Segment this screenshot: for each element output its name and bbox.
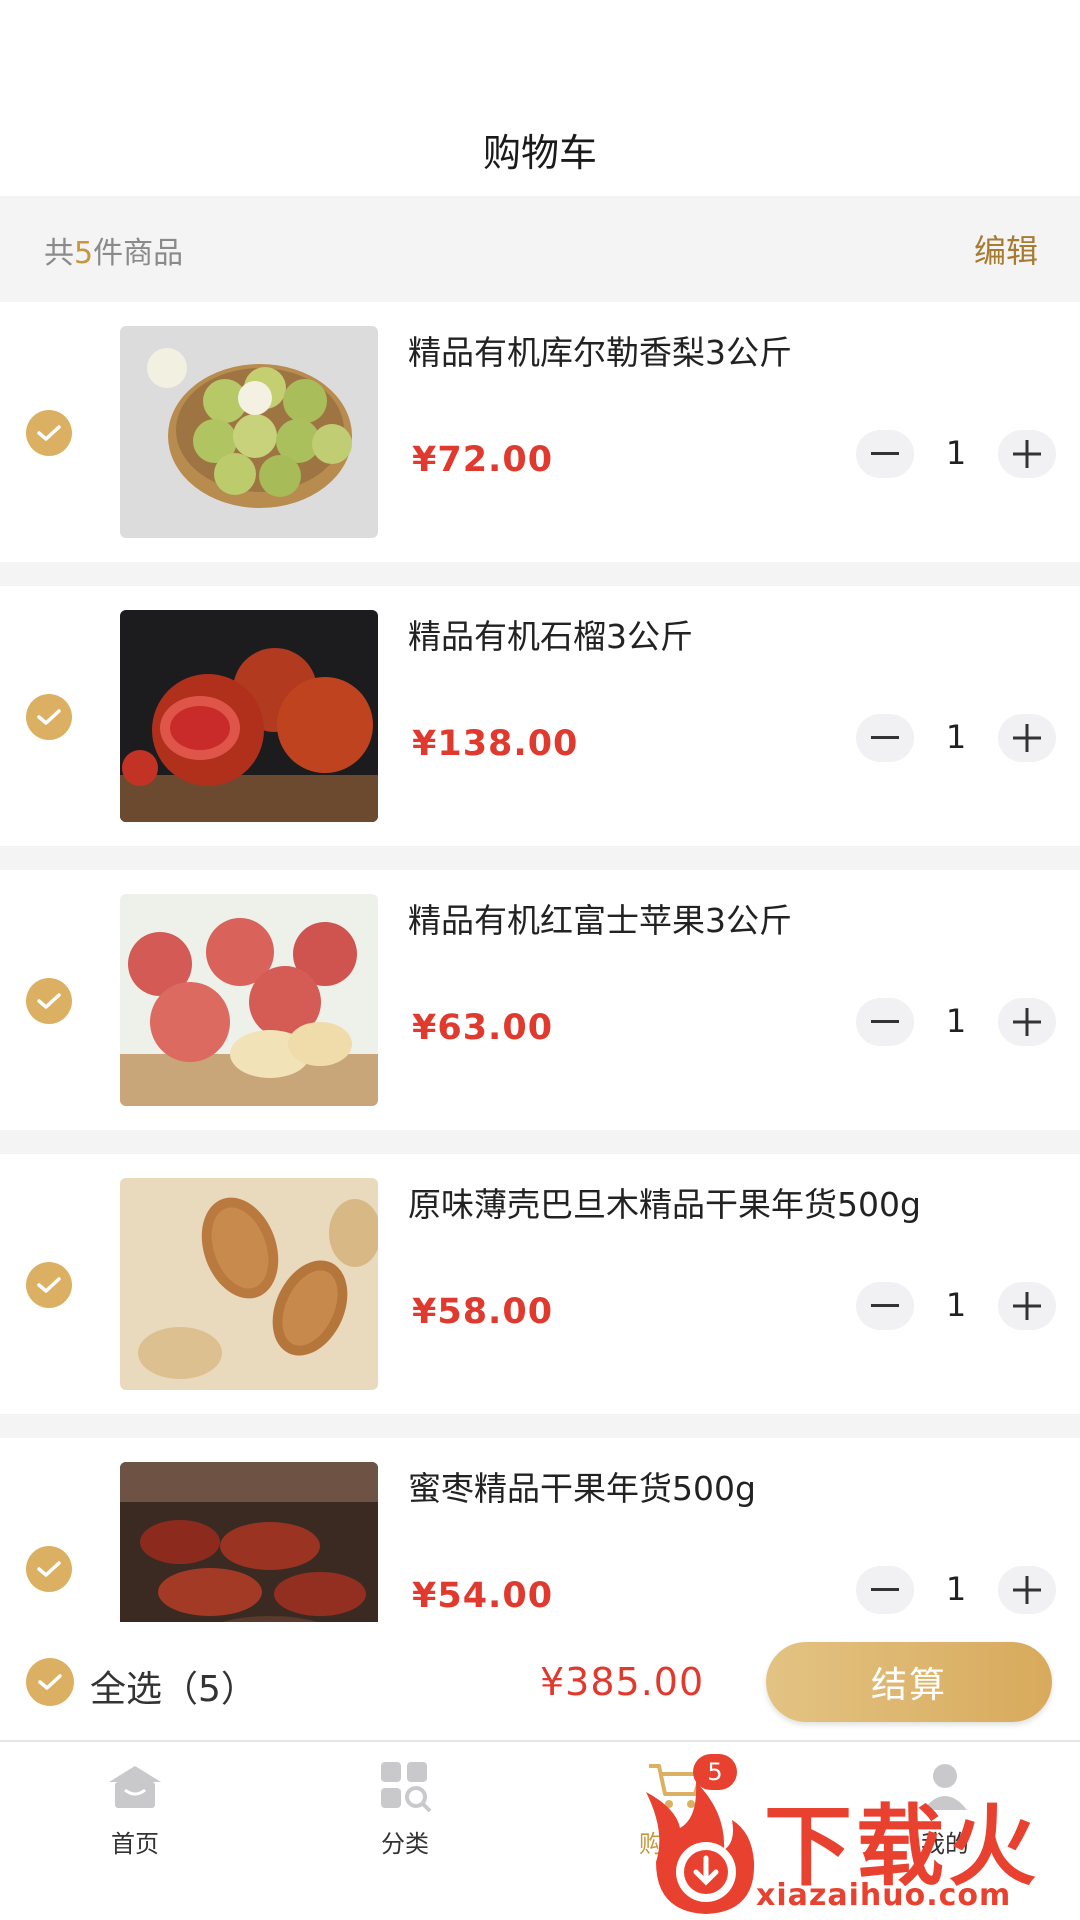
item-checkbox[interactable] [26, 410, 72, 456]
quantity-value: 1 [945, 1002, 967, 1040]
product-image-almonds[interactable] [120, 1178, 378, 1390]
item-divider [0, 562, 1080, 586]
increase-button[interactable] [998, 998, 1056, 1046]
quantity-value: 1 [945, 434, 967, 472]
product-image-pomegranates[interactable] [120, 610, 378, 822]
minus-icon [871, 452, 899, 455]
header: 购物车 [0, 0, 1080, 196]
quantity-stepper: 1 [856, 430, 1056, 484]
checkmark-icon [37, 1561, 61, 1577]
quantity-value: 1 [945, 718, 967, 756]
decrease-button[interactable] [856, 1282, 914, 1330]
watermark-logo: 下载火 xiazaihuo.com [636, 1772, 1080, 1920]
tab-category[interactable]: 分类 [325, 1760, 485, 1880]
product-image-pears[interactable] [120, 326, 378, 538]
item-count-suffix: 件商品 [93, 236, 184, 271]
minus-icon [871, 736, 899, 739]
checkmark-icon [37, 709, 61, 725]
tab-home[interactable]: 首页 [55, 1760, 215, 1880]
decrease-button[interactable] [856, 1566, 914, 1614]
cart-item: 蜜枣精品干果年货500g ¥54.00 1 [0, 1438, 1080, 1622]
quantity-value: 1 [945, 1286, 967, 1324]
checkout-bar: 全选（5） ¥385.00 结算 [0, 1622, 1080, 1740]
product-image-apples[interactable] [120, 894, 378, 1106]
checkout-button[interactable]: 结算 [766, 1642, 1052, 1722]
product-title[interactable]: 精品有机石榴3公斤 [408, 610, 693, 658]
plus-icon [1013, 1292, 1041, 1320]
product-title[interactable]: 原味薄壳巴旦木精品干果年货500g [408, 1178, 921, 1226]
item-count-text: 共5件商品 [44, 228, 183, 272]
select-all-label[interactable]: 全选（5） [90, 1660, 257, 1712]
checkmark-icon [37, 993, 61, 1009]
select-all-checkbox[interactable] [26, 1658, 74, 1706]
decrease-button[interactable] [856, 714, 914, 762]
decrease-button[interactable] [856, 430, 914, 478]
item-divider [0, 1130, 1080, 1154]
plus-icon [1013, 724, 1041, 752]
product-price: ¥138.00 [412, 724, 579, 764]
item-checkbox[interactable] [26, 978, 72, 1024]
increase-button[interactable] [998, 714, 1056, 762]
item-checkbox[interactable] [26, 1546, 72, 1592]
product-price: ¥72.00 [412, 440, 554, 480]
cart-list: 精品有机库尔勒香梨3公斤 ¥72.00 1 精品有机石榴3公斤 ¥138.00 … [0, 302, 1080, 1622]
item-checkbox[interactable] [26, 1262, 72, 1308]
total-price: ¥385.00 [540, 1660, 705, 1704]
quantity-value: 1 [945, 1570, 967, 1608]
cart-item: 原味薄壳巴旦木精品干果年货500g ¥58.00 1 [0, 1154, 1080, 1414]
cart-item: 精品有机石榴3公斤 ¥138.00 1 [0, 586, 1080, 846]
plus-icon [1013, 440, 1041, 468]
checkmark-icon [38, 1674, 62, 1690]
quantity-stepper: 1 [856, 998, 1056, 1052]
increase-button[interactable] [998, 1282, 1056, 1330]
product-title[interactable]: 精品有机红富士苹果3公斤 [408, 894, 792, 942]
product-image-dates[interactable] [120, 1462, 378, 1622]
item-count-prefix: 共 [44, 236, 74, 271]
decrease-button[interactable] [856, 998, 914, 1046]
tab-label: 首页 [111, 1830, 159, 1858]
product-price: ¥54.00 [412, 1576, 554, 1616]
plus-icon [1013, 1576, 1041, 1604]
minus-icon [871, 1588, 899, 1591]
item-count-number: 5 [74, 236, 94, 271]
home-icon [109, 1766, 161, 1808]
edit-button[interactable]: 编辑 [974, 226, 1038, 272]
plus-icon [1013, 1008, 1041, 1036]
minus-icon [871, 1020, 899, 1023]
checkmark-icon [37, 1277, 61, 1293]
product-title[interactable]: 精品有机库尔勒香梨3公斤 [408, 326, 792, 374]
cart-summary-bar: 共5件商品 编辑 [0, 196, 1080, 302]
category-icon [381, 1762, 432, 1812]
cart-screen: 购物车 共5件商品 编辑 精品有机库尔勒香梨3公斤 ¥72.00 1 精品有机石… [0, 0, 1080, 1920]
increase-button[interactable] [998, 1566, 1056, 1614]
increase-button[interactable] [998, 430, 1056, 478]
product-price: ¥63.00 [412, 1008, 554, 1048]
watermark-url: xiazaihuo.com [756, 1878, 1012, 1913]
cart-item: 精品有机红富士苹果3公斤 ¥63.00 1 [0, 870, 1080, 1130]
page-title: 购物车 [482, 131, 597, 175]
tab-label: 分类 [381, 1830, 429, 1858]
quantity-stepper: 1 [856, 1566, 1056, 1620]
flame-icon [646, 1782, 755, 1914]
quantity-stepper: 1 [856, 714, 1056, 768]
minus-icon [871, 1304, 899, 1307]
product-title[interactable]: 蜜枣精品干果年货500g [408, 1462, 756, 1510]
product-price: ¥58.00 [412, 1292, 554, 1332]
item-checkbox[interactable] [26, 694, 72, 740]
cart-item: 精品有机库尔勒香梨3公斤 ¥72.00 1 [0, 302, 1080, 562]
checkmark-icon [37, 425, 61, 441]
item-divider [0, 1414, 1080, 1438]
item-divider [0, 846, 1080, 870]
quantity-stepper: 1 [856, 1282, 1056, 1336]
